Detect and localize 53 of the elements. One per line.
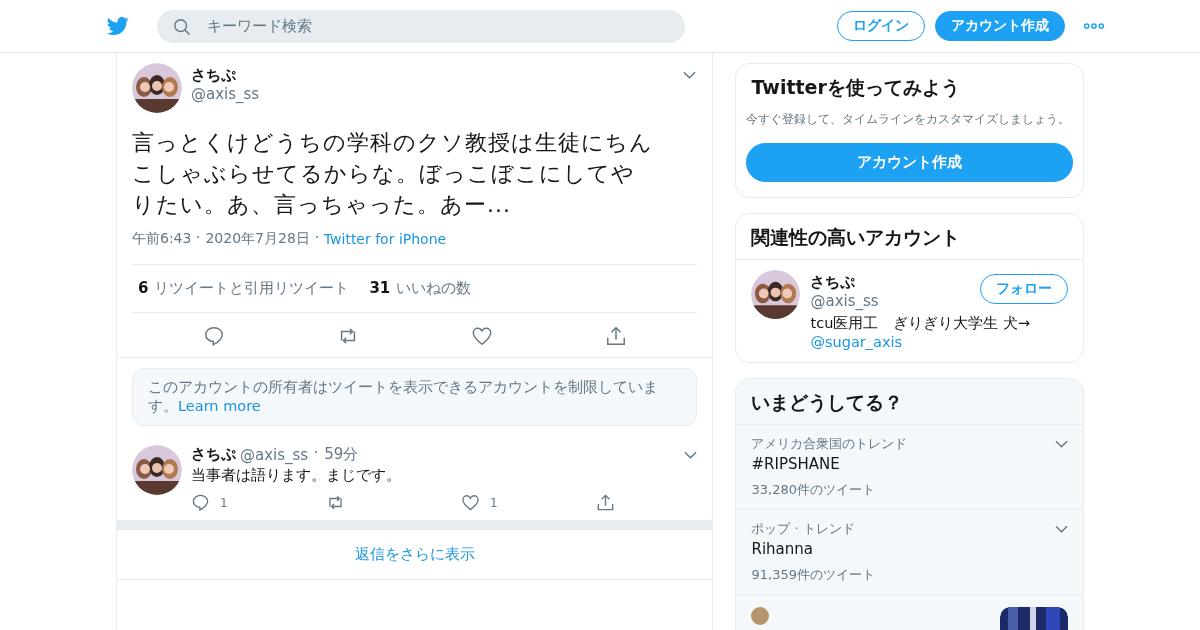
retweet-icon[interactable] — [326, 493, 345, 512]
user-name[interactable]: さちぷ — [191, 445, 236, 464]
avatar-icon — [751, 607, 770, 625]
tweet-text: 言っとくけどうちの学科のクソ教授は生徒にちんこしゃぶらせてるからな。ぼっこぼこにしてやりたい。あ、言っちゃった。あー... — [132, 129, 654, 219]
chevron-down-icon[interactable] — [1055, 525, 1068, 533]
user-handle[interactable]: @axis_ss — [240, 445, 309, 464]
stat-label[interactable]: いいねの数 — [396, 279, 472, 298]
header-button[interactable]: ログイン — [837, 11, 925, 41]
chevron-down-icon[interactable] — [683, 71, 697, 79]
chevron-down-icon[interactable] — [1055, 440, 1068, 448]
user-handle[interactable]: @axis_ss — [810, 292, 879, 310]
signup-text: 今すぐ登録して、タイムラインをカスタマイズしましょう。 — [746, 111, 1072, 128]
trend-context: アメリカ合衆国のトレンド — [751, 435, 908, 453]
search-icon — [173, 17, 191, 36]
user-bio: tcu医用工 ぎりぎり大学生 犬→ @sugar_axis — [810, 314, 1032, 352]
mention-link[interactable]: @sugar_axis — [810, 334, 903, 350]
tweet-count: 33,280件のツイート — [751, 481, 876, 499]
chevron-down-icon[interactable] — [684, 450, 698, 459]
stat-count[interactable]: 6 — [138, 279, 149, 298]
action-count: 1 — [220, 495, 228, 510]
trend-name[interactable]: #RIPSHANE — [751, 455, 1068, 473]
reply-icon[interactable] — [202, 325, 225, 347]
notice-text: このアカウントの所有者はツイートを表示できるアカウントを制限しています。Learn more — [132, 368, 698, 426]
heart-icon[interactable] — [461, 493, 480, 512]
search-field[interactable]: キーワード検索 — [157, 9, 685, 43]
user-handle[interactable]: @axis_ss — [191, 85, 260, 103]
card-title: 関連性の高いアカウント — [736, 214, 1083, 260]
card-title: Twitterを使ってみよう — [750, 75, 961, 100]
follow-button[interactable]: フォロー — [980, 274, 1068, 304]
signup-button[interactable]: アカウント作成 — [746, 143, 1073, 182]
reply-icon[interactable] — [191, 493, 210, 512]
stat-count[interactable]: 31 — [369, 279, 391, 298]
bird-logo-icon[interactable] — [105, 15, 131, 37]
card-title: いまどうしてる？ — [736, 379, 1083, 425]
action-count: 1 — [490, 495, 498, 510]
reply-time[interactable]: 59分 — [324, 445, 359, 464]
share-icon[interactable] — [596, 493, 615, 512]
user-name[interactable]: さちぷ — [191, 66, 260, 85]
tweet-count: 91,359件のツイート — [751, 566, 876, 584]
stat-label[interactable]: リツイートと引用リツイート — [154, 279, 350, 298]
reply-text: 当事者は語ります。まじです。 — [191, 466, 402, 485]
show-more-replies-link[interactable]: 返信をさらに表示 — [117, 530, 713, 580]
tweet-time[interactable]: 午前6:43 — [132, 230, 192, 248]
trend-name[interactable]: Rihanna — [751, 540, 1068, 558]
heart-icon[interactable] — [470, 325, 493, 347]
more-icon[interactable] — [1083, 22, 1105, 30]
trend-context: ポップ · トレンド — [751, 520, 855, 538]
share-icon[interactable] — [604, 325, 627, 347]
source-link[interactable]: Twitter for iPhone — [323, 231, 447, 247]
header-button[interactable]: アカウント作成 — [935, 11, 1065, 41]
tweet-date[interactable]: 2020年7月28日 — [205, 230, 310, 248]
learn-more-link[interactable]: Learn more — [178, 398, 261, 414]
user-name[interactable]: さちぷ — [810, 273, 879, 292]
